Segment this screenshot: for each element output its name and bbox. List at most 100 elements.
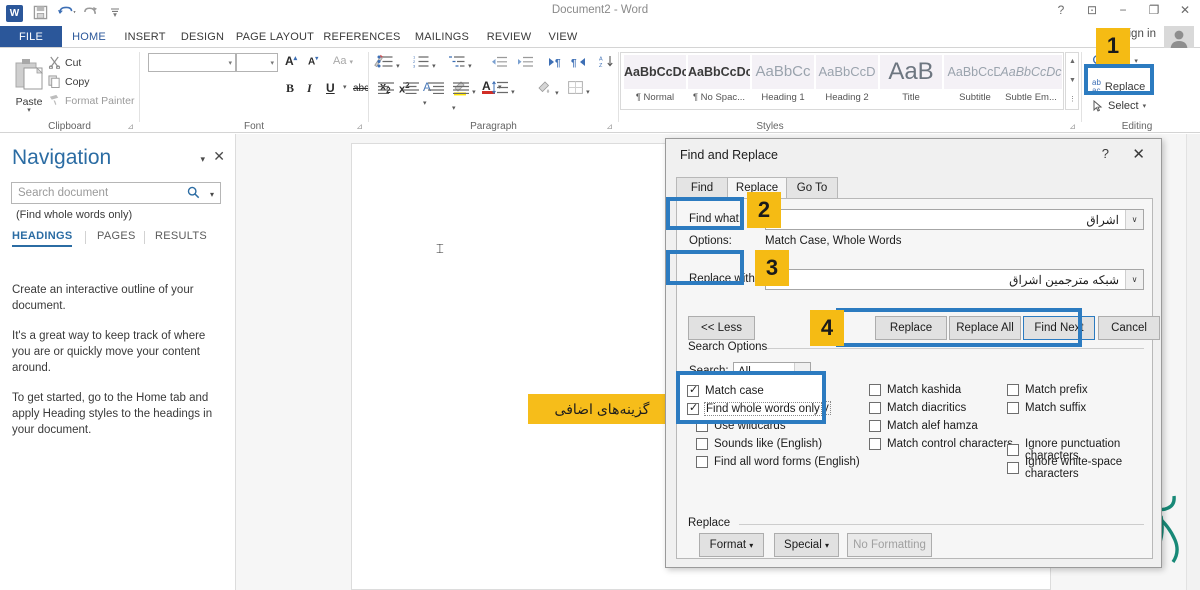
checkbox-box[interactable] [687,383,699,397]
checkbox-box[interactable] [1007,384,1019,396]
checkbox-box[interactable] [1007,444,1019,456]
help-icon[interactable]: ? [1054,3,1068,17]
checkbox-box[interactable] [869,384,881,396]
numbering-icon[interactable]: 123 ▾ [413,55,436,71]
tab-review[interactable]: REVIEW [479,26,539,48]
align-center-icon[interactable] [403,82,419,97]
chevron-down-icon[interactable]: ∨ [1125,270,1143,289]
cancel-button[interactable]: Cancel [1098,316,1160,340]
borders-icon[interactable]: ▾ [568,81,590,97]
font-dialog-launcher[interactable]: ⊿ [356,122,363,131]
minimize-icon[interactable]: − [1116,3,1130,17]
styles-gallery-scrollbar[interactable]: ▲ ▼ ⋮ [1065,52,1079,110]
close-icon[interactable]: ✕ [1178,3,1192,17]
special-button[interactable]: Special ▾ [774,533,839,557]
tab-page-layout[interactable]: PAGE LAYOUT [231,26,319,48]
navigation-close-icon[interactable]: ✕ [213,148,225,165]
checkbox-box[interactable] [869,438,881,450]
checkbox-match-kashida[interactable]: Match kashida [869,384,961,396]
shading-icon[interactable]: ▾ [536,80,559,98]
search-icon[interactable] [187,186,200,202]
tab-view[interactable]: VIEW [539,26,587,48]
document-vertical-scrollbar[interactable] [1186,134,1200,590]
style-heading-1[interactable]: AaBbCc Heading 1 [752,55,814,109]
rtl-text-direction-icon[interactable]: ¶ [571,56,587,71]
bullets-icon[interactable]: ▾ [377,55,400,71]
chevron-down-icon[interactable]: ∨ [1125,210,1143,229]
paste-button[interactable]: Paste ▾ [8,54,50,114]
increase-indent-icon[interactable] [517,56,533,71]
change-case-icon[interactable]: Aa ▾ [333,55,353,67]
ribbon-tab-strip[interactable]: FILE HOME INSERT DESIGN PAGE LAYOUT REFE… [0,26,1200,48]
font-name-combo[interactable]: ▾ [148,53,236,72]
italic-icon[interactable]: I [307,81,312,96]
ribbon-display-options-icon[interactable]: ⊡ [1085,3,1099,17]
avatar[interactable] [1164,26,1194,50]
styles-scroll-down-icon[interactable]: ▼ [1066,72,1079,90]
nav-tab-results[interactable]: RESULTS [155,230,207,242]
dialog-close-icon[interactable]: ✕ [1132,145,1145,163]
style-subtitle[interactable]: AaBbCcD Subtitle [944,55,1006,109]
checkbox-match-control-characters[interactable]: Match control characters [869,438,1013,450]
style-title[interactable]: AaB Title [880,55,942,109]
styles-gallery[interactable]: AaBbCcDc ¶ Normal AaBbCcDc ¶ No Spac... … [620,52,1064,110]
navigation-dropdown-icon[interactable]: ▾ [200,154,205,165]
less-button[interactable]: << Less [688,316,755,340]
navigation-tabs[interactable]: HEADINGS PAGES RESULTS [12,230,224,252]
font-size-combo[interactable]: ▾ [236,53,278,72]
dialog-tab-find[interactable]: Find [676,177,728,199]
tab-design[interactable]: DESIGN [174,26,231,48]
replace-with-combo[interactable]: شبکه مترجمین اشراق ∨ [765,269,1144,290]
search-options-chevron-icon[interactable]: ▾ [210,190,214,199]
style-subtle-emphasis[interactable]: AaBbCcDc Subtle Em... [1000,55,1062,109]
checkbox-box[interactable] [687,401,699,415]
checkbox-match-diacritics[interactable]: Match diacritics [869,402,966,414]
checkbox-find-all-word-forms[interactable]: Find all word forms (English) [696,456,860,468]
checkbox-box[interactable] [696,438,708,450]
checkbox-ignore-white-space[interactable]: Ignore white-space characters [1007,456,1152,480]
ltr-text-direction-icon[interactable]: ¶ [547,56,563,71]
cut-button[interactable]: Cut [48,56,81,69]
select-button[interactable]: Select ▾ [1092,100,1146,112]
style-no-spacing[interactable]: AaBbCcDc ¶ No Spac... [688,55,750,109]
tab-home[interactable]: HOME [62,26,116,48]
tab-insert[interactable]: INSERT [116,26,174,48]
checkbox-box[interactable] [869,420,881,432]
checkbox-box[interactable] [1007,462,1019,474]
find-what-combo[interactable]: اشراق ∨ [765,209,1144,230]
highlight-checkbox-find-whole-words-only[interactable]: Find whole words only [687,401,822,416]
checkbox-sounds-like[interactable]: Sounds like (English) [696,438,822,450]
underline-icon[interactable]: U [326,81,335,95]
strikethrough-icon[interactable]: abc [353,83,369,94]
highlight-checkbox-match-case[interactable]: Match case [687,383,764,397]
tab-file[interactable]: FILE [0,26,62,48]
align-left-icon[interactable] [378,82,394,97]
nav-tab-headings[interactable]: HEADINGS [12,230,73,247]
clipboard-dialog-launcher[interactable]: ⊿ [127,122,134,131]
restore-icon[interactable]: ❐ [1147,3,1161,17]
line-spacing-icon[interactable]: ▾ [492,80,515,97]
style-heading-2[interactable]: AaBbCcD Heading 2 [816,55,878,109]
window-controls[interactable]: ? ⊡ − ❐ ✕ [1054,3,1192,17]
bold-icon[interactable]: B [286,81,294,96]
dialog-help-icon[interactable]: ? [1102,146,1109,161]
style-normal[interactable]: AaBbCcDc ¶ Normal [624,55,686,109]
grow-font-icon[interactable]: A▴ [285,54,297,68]
underline-dropdown-icon[interactable]: ▾ [343,83,347,91]
navigation-search-input[interactable]: Search document ▾ [11,182,221,204]
nav-tab-pages[interactable]: PAGES [97,230,136,242]
checkbox-match-suffix[interactable]: Match suffix [1007,402,1086,414]
checkbox-match-alef-hamza[interactable]: Match alef hamza [869,420,978,432]
styles-more-icon[interactable]: ⋮ [1066,91,1079,109]
checkbox-match-prefix[interactable]: Match prefix [1007,384,1088,396]
checkbox-box[interactable] [696,456,708,468]
justify-icon[interactable]: ▾ [453,82,476,97]
format-button[interactable]: Format ▾ [699,533,764,557]
tab-mailings[interactable]: MAILINGS [405,26,479,48]
checkbox-box[interactable] [869,402,881,414]
multilevel-list-icon[interactable]: ▾ [449,55,472,71]
decrease-indent-icon[interactable] [491,56,507,71]
copy-button[interactable]: Copy [48,75,90,88]
dialog-tab-goto[interactable]: Go To [786,177,838,199]
align-right-icon[interactable] [428,82,444,97]
